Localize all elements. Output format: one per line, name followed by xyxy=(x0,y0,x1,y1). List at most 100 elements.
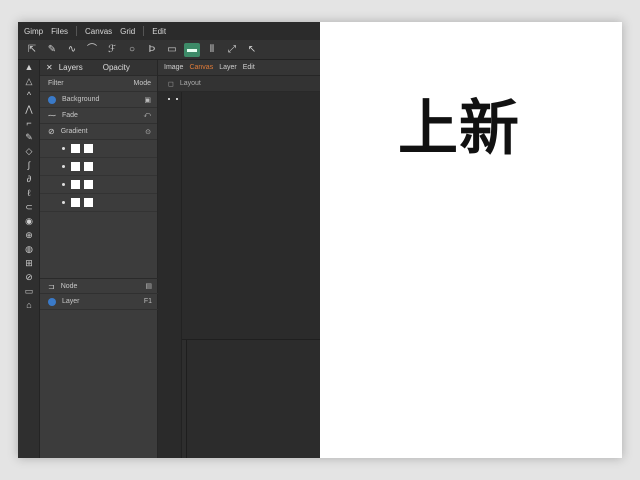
align-icon[interactable]: ⫴ xyxy=(204,43,220,57)
canvas-area[interactable] xyxy=(182,92,320,340)
tab-canvas[interactable]: Canvas xyxy=(189,64,213,71)
layer-bottom-label: Layer xyxy=(62,298,80,305)
layer-end-icon[interactable]: ▣ xyxy=(144,96,151,104)
ruler-tick xyxy=(176,98,178,100)
tool-icon[interactable]: ∂ xyxy=(18,172,40,186)
tab-edit[interactable]: Edit xyxy=(243,64,255,71)
pointer-icon[interactable]: ⇱ xyxy=(24,43,40,57)
thumb-icon xyxy=(71,144,80,153)
canvas-panel: Image Canvas Layer Edit ◻ Layout xyxy=(158,60,320,458)
tool-icon[interactable]: ▲ xyxy=(18,60,40,74)
tab-layer[interactable]: Layer xyxy=(219,64,237,71)
sublayer-row[interactable] xyxy=(40,158,157,176)
text-icon[interactable]: Ϸ xyxy=(144,43,160,57)
tool-icon[interactable]: ⊞ xyxy=(18,256,40,270)
tool-icon[interactable]: ◇ xyxy=(18,144,40,158)
layer-label: Background xyxy=(62,96,100,103)
close-icon[interactable]: ✕ xyxy=(46,63,53,72)
top-toolbar: ⇱ ✎ ∿ ⌒ ℱ ○ Ϸ ▭ ▬ ⫴ ⤢ ↖ xyxy=(18,40,320,60)
layer-label: Fade xyxy=(62,112,78,119)
layer-label: Gradient xyxy=(60,128,88,135)
ruler-tick xyxy=(168,98,170,100)
layers-panel: ✕ Layers Opacity Filter Mode Background … xyxy=(40,60,173,458)
sublayer-row[interactable] xyxy=(40,176,157,194)
menu-item-1[interactable]: Files xyxy=(51,27,68,36)
filter-label[interactable]: Filter xyxy=(48,80,64,87)
layer-bottom-end[interactable]: F1 xyxy=(144,298,152,305)
canvas-header: ◻ Layout xyxy=(158,76,320,92)
layer-dot-icon xyxy=(48,297,56,306)
layer-row[interactable]: Background ▣ xyxy=(40,92,157,108)
bullet-icon xyxy=(62,147,65,150)
tool-icon[interactable]: ⊂ xyxy=(18,200,40,214)
thumb-icon xyxy=(71,198,80,207)
brush-icon[interactable]: ✎ xyxy=(44,43,60,57)
tool-icon[interactable]: ⌐ xyxy=(18,116,40,130)
layers-header: ✕ Layers Opacity xyxy=(40,60,157,76)
menu-item-3[interactable]: Grid xyxy=(120,27,135,36)
thumb-icon xyxy=(84,198,93,207)
node-row[interactable]: ⊐ Node ▤ xyxy=(40,278,158,294)
thumb-icon xyxy=(71,162,80,171)
node-label: Node xyxy=(60,282,78,290)
tool-strip: ▲ △ ^ ⋀ ⌐ ✎ ◇ ∫ ∂ ℓ ⊂ ◉ ⊕ ◍ ⊞ ⊘ ▭ ⌂ xyxy=(18,60,40,458)
node-icon: ⊐ xyxy=(48,281,55,291)
menu-separator xyxy=(143,26,145,36)
fade-icon: ⁓ xyxy=(48,111,56,120)
tool-icon[interactable]: ∫ xyxy=(18,158,40,172)
curve-icon[interactable]: ⌒ xyxy=(84,43,100,57)
tool-icon[interactable]: ℓ xyxy=(18,186,40,200)
layer-end-icon[interactable]: ⊙ xyxy=(145,128,151,136)
circle-icon[interactable]: ○ xyxy=(124,43,140,57)
menu-item-0[interactable]: Gimp xyxy=(24,27,43,36)
mode-label[interactable]: Mode xyxy=(133,80,151,87)
node-end-icon[interactable]: ▤ xyxy=(145,282,152,290)
tool-icon[interactable]: ^ xyxy=(18,88,40,102)
menu-separator xyxy=(76,26,78,36)
layers-bottom: ⊐ Node ▤ Layer F1 xyxy=(40,278,158,310)
menu-item-4[interactable]: Edit xyxy=(152,27,166,36)
menu-bar: Gimp Files Canvas Grid Edit xyxy=(18,22,320,40)
thumb-icon xyxy=(71,180,80,189)
bullet-icon xyxy=(62,183,65,186)
layer-dot-icon xyxy=(48,95,56,104)
opacity-label: Opacity xyxy=(102,63,130,72)
app-window: Gimp Files Canvas Grid Edit ⇱ ✎ ∿ ⌒ ℱ ○ … xyxy=(18,22,622,458)
tool-icon[interactable]: ✎ xyxy=(18,130,40,144)
thumb-icon xyxy=(84,162,93,171)
arrow-icon[interactable]: ⤢ xyxy=(224,43,240,57)
layers-filter-row: Filter Mode xyxy=(40,76,157,92)
bullet-icon xyxy=(62,201,65,204)
gradient-icon: ⊘ xyxy=(48,127,55,136)
tool-icon[interactable]: ▭ xyxy=(18,284,40,298)
thumb-icon xyxy=(84,144,93,153)
tab-image[interactable]: Image xyxy=(164,64,183,71)
tool-icon[interactable]: ◉ xyxy=(18,214,40,228)
headline-text: 上新 xyxy=(398,94,520,164)
menu-item-2[interactable]: Canvas xyxy=(85,27,112,36)
layer-row[interactable]: ⊘ Gradient ⊙ xyxy=(40,124,157,140)
sublayer-row[interactable] xyxy=(40,194,157,212)
layer-row[interactable]: ⁓ Fade ⤺ xyxy=(40,108,157,124)
layer-bottom-row[interactable]: Layer F1 xyxy=(40,294,158,310)
canvas-tabs: Image Canvas Layer Edit xyxy=(158,60,320,76)
sublayer-row[interactable] xyxy=(40,140,157,158)
wave-icon[interactable]: ∿ xyxy=(64,43,80,57)
frame-icon[interactable]: ◻ xyxy=(168,80,174,88)
path-icon[interactable]: ℱ xyxy=(104,43,120,57)
layers-title: Layers xyxy=(58,63,83,72)
layer-active-icon[interactable]: ▬ xyxy=(184,42,200,57)
tool-icon[interactable]: ⊘ xyxy=(18,270,40,284)
rectangle-icon[interactable]: ▭ xyxy=(164,43,180,57)
tool-icon[interactable]: ◍ xyxy=(18,242,40,256)
tool-icon[interactable]: ⊕ xyxy=(18,228,40,242)
layer-end-icon[interactable]: ⤺ xyxy=(144,112,151,120)
tool-icon[interactable]: ⋀ xyxy=(18,102,40,116)
lower-canvas-area[interactable] xyxy=(186,340,320,458)
cursor-icon[interactable]: ↖ xyxy=(244,43,260,57)
tool-icon[interactable]: ⌂ xyxy=(18,298,40,312)
tool-icon[interactable]: △ xyxy=(18,74,40,88)
thumb-icon xyxy=(84,180,93,189)
layout-label: Layout xyxy=(179,80,201,87)
bullet-icon xyxy=(62,165,65,168)
